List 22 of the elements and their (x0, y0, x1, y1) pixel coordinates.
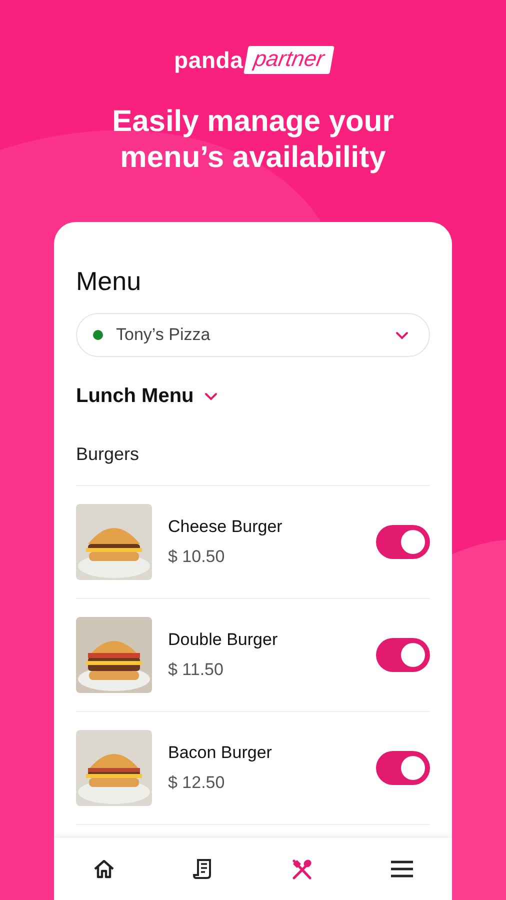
availability-toggle[interactable] (376, 751, 430, 785)
headline: Easily manage your menu’s availability (111, 104, 395, 176)
chevron-icon (395, 330, 409, 340)
availability-toggle[interactable] (376, 638, 430, 672)
receipt-icon (192, 858, 214, 880)
brand-tag: partner (244, 46, 334, 74)
item-name: Bacon Burger (168, 743, 273, 763)
restaurant-dropdown[interactable]: Tony’s Pizza (76, 313, 430, 357)
item-price: $ 11.50 (168, 660, 224, 680)
home-icon (92, 859, 114, 879)
fork-spoon-icon (290, 858, 312, 880)
chevron-icon (204, 392, 218, 401)
menu-dropdown[interactable]: Lunch Menu (76, 385, 218, 408)
availability-toggle[interactable] (376, 525, 430, 559)
screen-title: Menu (76, 266, 142, 297)
item-price: $ 10.50 (168, 547, 226, 567)
category-heading: Burgers (76, 444, 430, 486)
item-price: $ 12.50 (168, 773, 226, 793)
item-name: Double Burger (168, 630, 279, 650)
menu-icon (390, 860, 414, 878)
brand-name: panda (174, 46, 244, 74)
item-name: Cheese Burger (168, 517, 284, 537)
